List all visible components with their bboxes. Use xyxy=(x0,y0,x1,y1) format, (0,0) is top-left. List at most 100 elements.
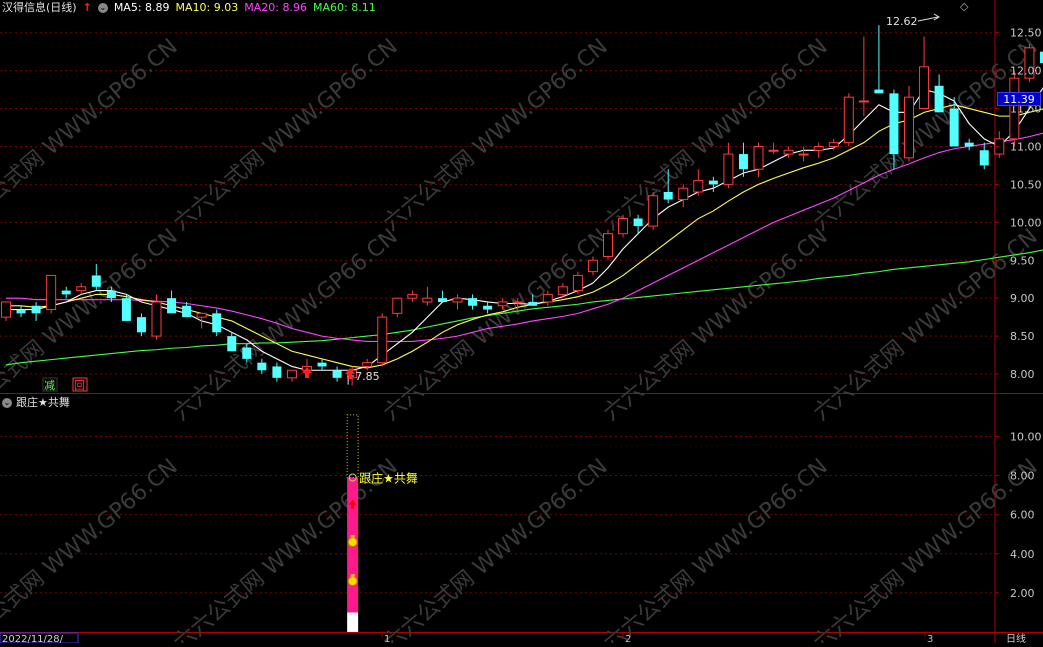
price-tick-label: 9.50 xyxy=(1010,254,1035,267)
candle-body-down[interactable] xyxy=(257,363,266,371)
candle-body-up[interactable] xyxy=(453,298,462,302)
candle-body-up[interactable] xyxy=(197,313,206,317)
candle-body-down[interactable] xyxy=(483,306,492,310)
candlesticks[interactable] xyxy=(2,25,1043,385)
candle-body-up[interactable] xyxy=(2,302,11,317)
candle-body-down[interactable] xyxy=(980,150,989,165)
candle-body-down[interactable] xyxy=(965,143,974,147)
candle-body-up[interactable] xyxy=(619,219,628,234)
watermark: 六六公式网 WWW.GP66.CN xyxy=(379,34,613,236)
candle-body-up[interactable] xyxy=(784,150,793,154)
candle-body-up[interactable] xyxy=(905,97,914,158)
candle-body-down[interactable] xyxy=(167,298,176,313)
indicator-tick-label: 10.00 xyxy=(1010,430,1042,443)
candle-body-down[interactable] xyxy=(889,93,898,154)
candle-body-down[interactable] xyxy=(528,302,537,306)
candle-body-down[interactable] xyxy=(709,181,718,185)
stock-title[interactable]: 汉得信息(日线) xyxy=(2,0,77,16)
candle-body-up[interactable] xyxy=(769,150,778,151)
watermark: 六六公式网 WWW.GP66.CN xyxy=(809,224,1043,426)
watermark: 六六公式网 WWW.GP66.CN xyxy=(0,454,183,643)
candle-body-up[interactable] xyxy=(814,146,823,150)
candle-body-down[interactable] xyxy=(212,313,221,332)
candle-body-up[interactable] xyxy=(588,260,597,271)
candle-body-up[interactable] xyxy=(573,275,582,290)
indicator-panel[interactable]: 跟庄★共舞 xyxy=(347,415,418,632)
candle-body-down[interactable] xyxy=(137,317,146,332)
dropdown-icon[interactable]: ⌄ xyxy=(2,398,12,408)
candle-body-up[interactable] xyxy=(649,196,658,226)
candle-body-up[interactable] xyxy=(498,302,507,306)
candle-body-up[interactable] xyxy=(859,101,868,102)
indicator-dotted-box xyxy=(347,415,358,478)
candle-body-up[interactable] xyxy=(378,317,387,363)
candle-body-up[interactable] xyxy=(604,234,613,257)
ma60-legend: MA60: 8.11 xyxy=(313,0,376,16)
candle-body-down[interactable] xyxy=(32,306,41,314)
candle-body-down[interactable] xyxy=(62,291,71,295)
candle-body-up[interactable] xyxy=(47,275,56,309)
indicator-title[interactable]: 跟庄★共舞 xyxy=(16,395,70,411)
candle-body-up[interactable] xyxy=(724,154,733,184)
candle-body-down[interactable] xyxy=(333,370,342,378)
indicator-header: ⌄ 跟庄★共舞 xyxy=(0,395,70,411)
candle-body-up[interactable] xyxy=(558,287,567,295)
candle-body-down[interactable] xyxy=(739,154,748,169)
candle-body-up[interactable] xyxy=(694,181,703,192)
candle-body-down[interactable] xyxy=(227,336,236,351)
candle-body-down[interactable] xyxy=(318,363,327,367)
ma20-legend: MA20: 8.96 xyxy=(244,0,307,16)
candle-body-up[interactable] xyxy=(363,363,372,367)
kline-svg[interactable]: 六六公式网 WWW.GP66.CN六六公式网 WWW.GP66.CN六六公式网 … xyxy=(0,0,1043,643)
candle-body-down[interactable] xyxy=(438,298,447,302)
candle-body-down[interactable] xyxy=(122,298,131,321)
ma5-legend: MA5: 8.89 xyxy=(114,0,170,16)
candle-body-down[interactable] xyxy=(950,109,959,147)
hui-badge[interactable]: 回 xyxy=(74,379,85,392)
candle-body-up[interactable] xyxy=(152,302,161,336)
price-tick-label: 8.50 xyxy=(1010,330,1035,343)
high-price-label: 12.62 xyxy=(886,15,918,28)
candle-body-down[interactable] xyxy=(634,219,643,227)
period-label[interactable]: 日线 xyxy=(1006,632,1026,643)
candle-body-up[interactable] xyxy=(754,146,763,169)
money-bag-icon xyxy=(348,577,357,586)
candle-body-up[interactable] xyxy=(423,298,432,302)
indicator-tick-label: 8.00 xyxy=(1010,470,1035,483)
candle-body-down[interactable] xyxy=(664,192,673,200)
candle-body-up[interactable] xyxy=(77,287,86,291)
candle-body-down[interactable] xyxy=(874,90,883,94)
watermark: 六六公式网 WWW.GP66.CN xyxy=(379,224,613,426)
candle-body-down[interactable] xyxy=(272,366,281,377)
indicator-axis: 10.008.006.004.002.00 xyxy=(995,430,1042,599)
watermark: 六六公式网 WWW.GP66.CN xyxy=(0,34,183,236)
indicator-tick-label: 2.00 xyxy=(1010,587,1035,600)
candle-body-up[interactable] xyxy=(408,294,417,298)
candle-body-up[interactable] xyxy=(679,188,688,199)
candle-body-down[interactable] xyxy=(242,347,251,358)
candle-body-down[interactable] xyxy=(182,306,191,317)
money-bag-icon-top xyxy=(351,574,355,577)
dropdown-icon[interactable]: ⌄ xyxy=(98,3,108,13)
candle-body-up[interactable] xyxy=(543,294,552,302)
chart-area[interactable]: 六六公式网 WWW.GP66.CN六六公式网 WWW.GP66.CN六六公式网 … xyxy=(0,0,1043,643)
candle-body-up[interactable] xyxy=(920,67,929,109)
candle-body-down[interactable] xyxy=(107,291,116,299)
candle-body-down[interactable] xyxy=(935,86,944,113)
candle-body-up[interactable] xyxy=(287,370,296,378)
watermark: 六六公式网 WWW.GP66.CN xyxy=(169,34,403,236)
candle-body-up[interactable] xyxy=(513,302,522,303)
candle-body-down[interactable] xyxy=(17,310,26,314)
candle-body-down[interactable] xyxy=(92,275,101,286)
candle-body-up[interactable] xyxy=(829,143,838,147)
jian-badge[interactable]: 减 xyxy=(44,379,55,392)
candle-body-up[interactable] xyxy=(393,298,402,313)
candle-body-up[interactable] xyxy=(799,154,808,155)
price-tick-label: 9.00 xyxy=(1010,292,1035,305)
candle-body-up[interactable] xyxy=(844,97,853,143)
price-tick-label: 8.00 xyxy=(1010,368,1035,381)
diamond-icon[interactable]: ◇ xyxy=(960,0,968,13)
watermark: 六六公式网 WWW.GP66.CN xyxy=(599,34,833,236)
candle-body-down[interactable] xyxy=(468,298,477,306)
watermark: 六六公式网 WWW.GP66.CN xyxy=(599,454,833,643)
